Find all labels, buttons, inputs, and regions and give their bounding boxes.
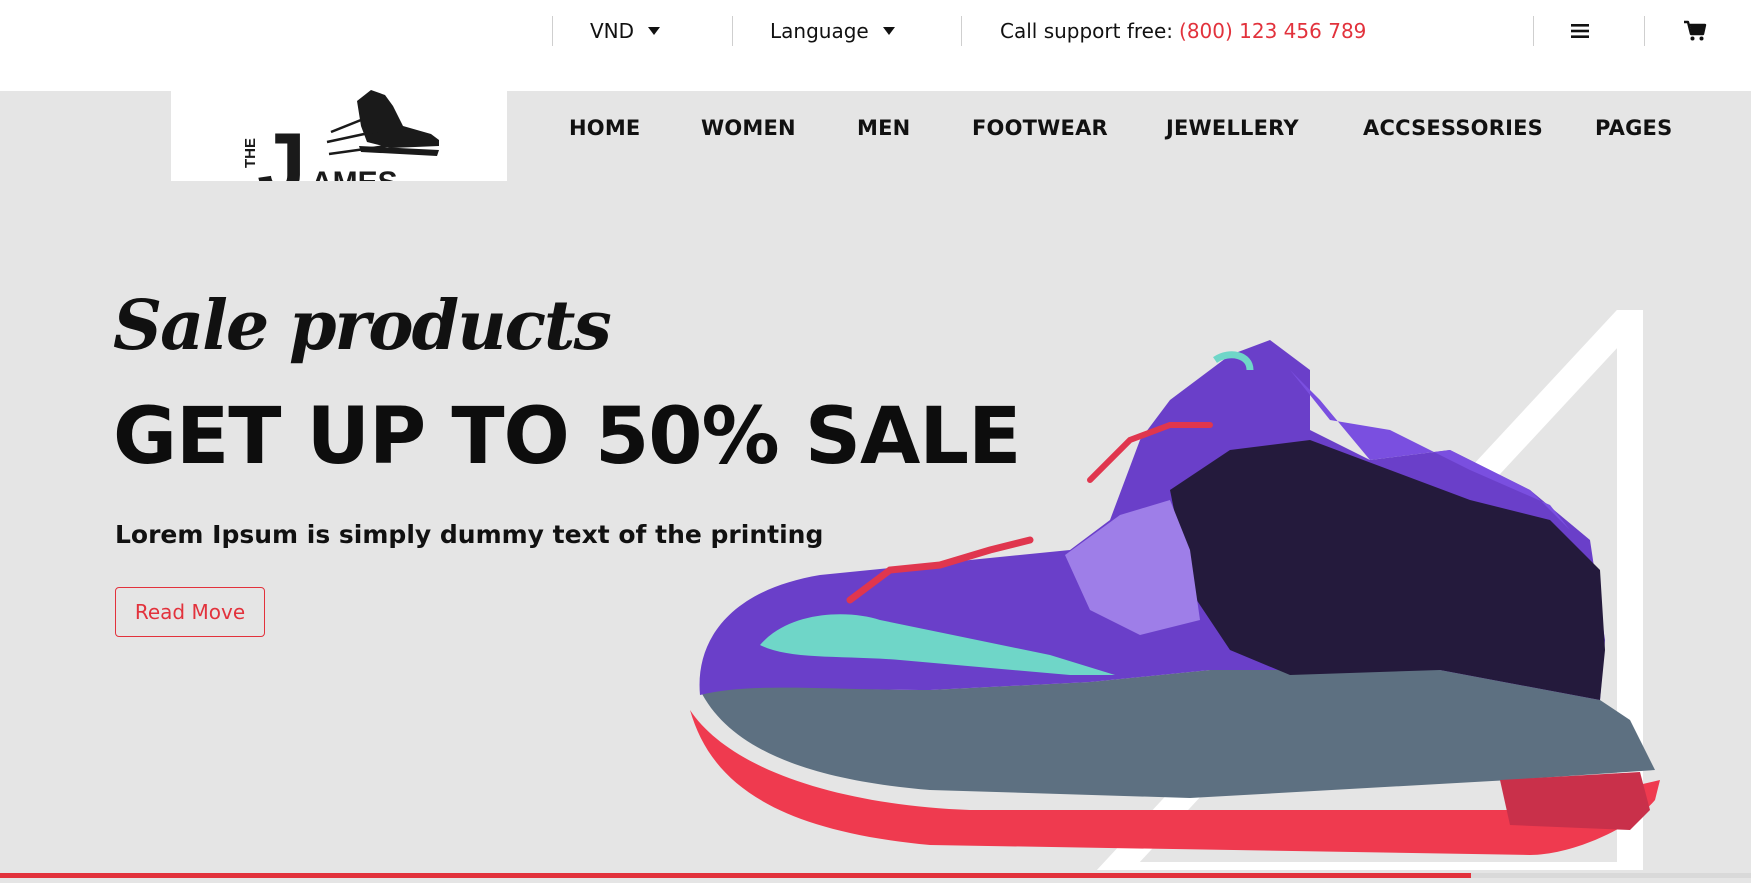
hamburger-icon xyxy=(1571,24,1589,38)
nav-home[interactable]: HOME xyxy=(569,113,640,143)
nav-footwear[interactable]: FOOTWEAR xyxy=(972,113,1108,143)
read-more-button[interactable]: Read Move xyxy=(115,587,265,637)
shoe-logo-icon xyxy=(357,90,439,148)
logo[interactable]: THE J AMES xyxy=(171,90,507,181)
divider xyxy=(1533,16,1534,46)
sneaker-image xyxy=(690,310,1660,870)
divider xyxy=(732,16,733,46)
divider xyxy=(552,16,553,46)
nav-accessories[interactable]: ACCSESSORIES xyxy=(1363,113,1543,143)
divider xyxy=(1644,16,1645,46)
nav-women[interactable]: WOMEN xyxy=(701,113,796,143)
nav-jewellery[interactable]: JEWELLERY xyxy=(1166,113,1299,143)
nav-pages[interactable]: PAGES xyxy=(1595,113,1672,143)
svg-text:J: J xyxy=(257,114,306,181)
slider-progress-fill xyxy=(0,873,1471,878)
cart-button[interactable] xyxy=(1680,16,1710,46)
divider xyxy=(961,16,962,46)
nav-men[interactable]: MEN xyxy=(857,113,910,143)
currency-label: VND xyxy=(590,19,635,43)
caret-down-icon xyxy=(648,27,661,35)
hero-script-heading: Sale products xyxy=(113,286,612,366)
svg-text:AMES: AMES xyxy=(311,166,398,181)
logo-mark: THE J AMES xyxy=(242,90,439,181)
cart-icon xyxy=(1684,20,1707,41)
language-select[interactable]: Language xyxy=(770,17,895,45)
support-phone-link[interactable]: (800) 123 456 789 xyxy=(1179,17,1366,45)
currency-select[interactable]: VND xyxy=(590,17,661,45)
caret-down-icon xyxy=(882,27,895,35)
support-info: Call support free: (800) 123 456 789 xyxy=(1000,17,1366,45)
language-label: Language xyxy=(770,19,869,43)
slider-progress xyxy=(0,873,1751,878)
menu-button[interactable] xyxy=(1565,16,1595,46)
support-label: Call support free: xyxy=(1000,19,1174,43)
